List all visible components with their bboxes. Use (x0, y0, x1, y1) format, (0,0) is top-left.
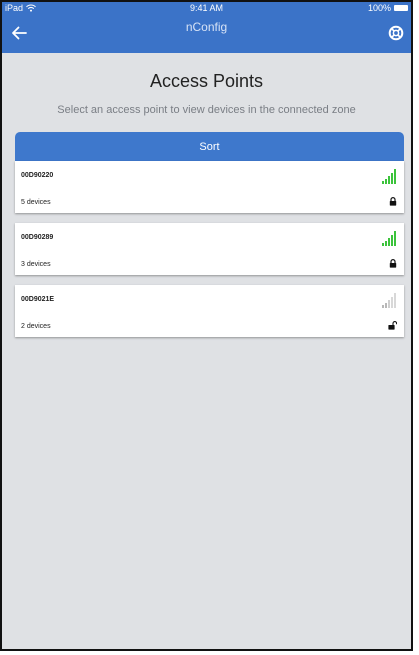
lock-closed-icon (389, 197, 397, 206)
access-point-name: 00D9021E (21, 296, 55, 303)
signal-strength-icon (382, 293, 396, 308)
help-button[interactable] (386, 23, 406, 43)
page-title: Access Points (149, 71, 264, 91)
nav-title: nConfig (185, 20, 228, 34)
access-point-device-count: 3 devices (21, 261, 51, 268)
lock-closed-icon (389, 259, 397, 268)
access-point-device-count: 5 devices (21, 199, 51, 206)
signal-strength-icon (382, 231, 396, 246)
lifebuoy-icon (388, 25, 404, 41)
lock-open-icon (388, 321, 397, 330)
ipad-screen: iPad 9:41 AM 100% nConfig Access Points … (0, 0, 413, 651)
access-point-item[interactable]: 00D90220 5 devices (15, 161, 404, 213)
status-bar: iPad 9:41 AM 100% (2, 2, 411, 16)
access-point-list: 00D90220 5 devices 00D90289 3 devices 00… (15, 161, 404, 347)
page-subtitle: Select an access point to view devices i… (57, 104, 356, 116)
sort-button[interactable]: Sort (15, 132, 404, 161)
status-time: 9:41 AM (189, 3, 224, 13)
access-point-item[interactable]: 00D90289 3 devices (15, 223, 404, 275)
battery-percent: 100% (367, 3, 391, 13)
nav-row: nConfig (2, 16, 411, 53)
access-point-name: 00D90289 (21, 234, 54, 241)
access-point-item[interactable]: 00D9021E 2 devices (15, 285, 404, 337)
signal-strength-icon (382, 169, 396, 184)
access-point-name: 00D90220 (21, 172, 54, 179)
battery-icon (394, 5, 408, 11)
main-content: Access Points Select an access point to … (2, 53, 411, 649)
status-right: 100% (368, 3, 408, 13)
app-bar: iPad 9:41 AM 100% nConfig (2, 2, 411, 53)
access-point-device-count: 2 devices (21, 323, 51, 330)
